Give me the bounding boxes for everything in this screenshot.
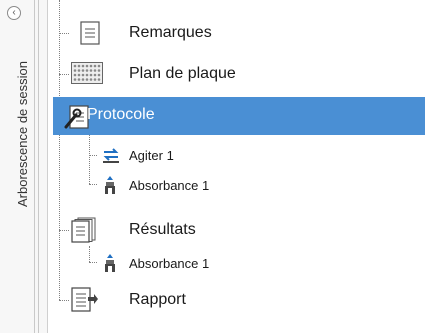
- collapse-panel-button[interactable]: ‹: [7, 6, 21, 20]
- tree-item-label: Plan de plaque: [129, 65, 236, 82]
- divider: [38, 0, 39, 333]
- tree-item-label: Protocole: [87, 106, 155, 123]
- divider: [34, 0, 35, 333]
- tree-item-absorbance-1[interactable]: Absorbance 1: [47, 172, 425, 198]
- tree-item-remarques[interactable]: Remarques: [47, 16, 425, 50]
- tree-item-label: Remarques: [129, 24, 212, 41]
- tree-item-label: Absorbance 1: [129, 178, 210, 193]
- tree-item-protocole[interactable]: Protocole: [53, 97, 425, 135]
- tree-item-agiter-1[interactable]: Agiter 1: [47, 142, 425, 168]
- tree-item-absorbance-1[interactable]: Absorbance 1: [47, 250, 425, 276]
- chevron-left-icon: ‹: [12, 7, 16, 18]
- session-tree-side-panel: ‹ Arborescence de session: [0, 0, 48, 333]
- side-panel-title: Arborescence de session: [14, 61, 30, 207]
- absorbance-icon: [102, 175, 118, 200]
- tree-item-label: Agiter 1: [129, 148, 174, 163]
- results-documents-icon: [71, 217, 97, 248]
- tree-item-label: Rapport: [129, 291, 186, 308]
- shake-arrows-icon: [102, 146, 120, 169]
- session-tree: Remarques Plan de plaque Protocole Agite…: [47, 0, 425, 333]
- report-icon: [71, 287, 99, 318]
- plate-grid-icon: [71, 62, 103, 89]
- notes-icon: [80, 21, 100, 50]
- absorbance-icon: [102, 253, 118, 278]
- tree-item-label: Absorbance 1: [129, 256, 210, 271]
- tree-item-resultats[interactable]: Résultats: [47, 213, 425, 247]
- tree-item-plan-de-plaque[interactable]: Plan de plaque: [47, 57, 425, 91]
- tree-item-rapport[interactable]: Rapport: [47, 283, 425, 317]
- tree-item-label: Résultats: [129, 221, 196, 238]
